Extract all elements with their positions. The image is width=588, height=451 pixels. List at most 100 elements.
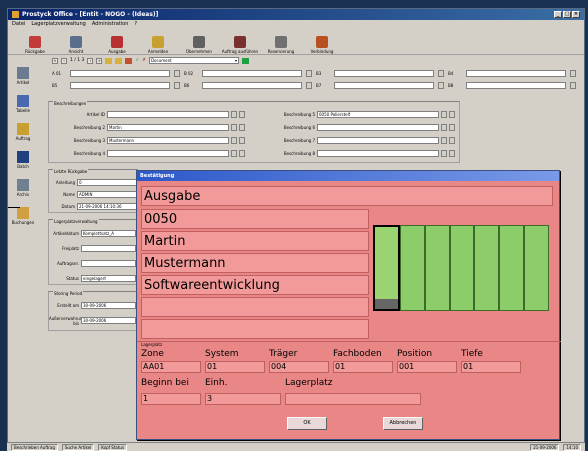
filter-label: B7 <box>316 82 322 88</box>
filter-input[interactable] <box>466 81 566 89</box>
dialog-number-field: 0050 <box>141 209 369 229</box>
toolbar-button-7[interactable]: Verbindung <box>303 30 341 54</box>
ok-button[interactable]: OK <box>287 417 327 430</box>
ellipsis-button[interactable] <box>449 137 455 144</box>
document-select[interactable]: Document ▾ <box>148 57 239 64</box>
field-input[interactable]: ADMIN <box>77 190 137 198</box>
chevron-down-icon[interactable] <box>231 111 237 118</box>
minimize-button[interactable]: _ <box>554 11 562 18</box>
field-input[interactable] <box>107 111 229 118</box>
ellipsis-button[interactable] <box>239 124 245 131</box>
confirmation-dialog: Bestätigung Ausgabe 0050 Martin Musterma… <box>136 170 561 440</box>
chevron-down-icon[interactable] <box>306 69 312 77</box>
chevron-down-icon[interactable] <box>438 81 444 89</box>
sidebar-item-4[interactable]: Archiv <box>9 179 37 203</box>
ellipsis-button[interactable] <box>449 111 455 118</box>
field-input[interactable]: 21-09-2006 14:10:36 <box>77 202 137 210</box>
filter-input[interactable] <box>466 69 566 77</box>
sidebar-item-2[interactable]: Auftrag <box>9 123 37 147</box>
last-record-button[interactable]: » <box>96 57 103 64</box>
sidebar-item-5[interactable]: Buchungen <box>9 207 37 231</box>
toolbar-button-1[interactable]: Ansicht <box>57 30 95 54</box>
first-record-button[interactable]: « <box>52 57 58 64</box>
chevron-down-icon[interactable] <box>441 124 447 131</box>
rack-bin <box>424 225 450 311</box>
toolbar-button-label: Ausgabe <box>108 49 126 54</box>
menu-help[interactable]: ? <box>134 21 137 28</box>
field-input[interactable] <box>107 150 229 157</box>
toolbar-button-2[interactable]: Ausgabe <box>98 30 136 54</box>
chevron-down-icon[interactable] <box>231 124 237 131</box>
row2-values: 13 <box>141 393 425 405</box>
form-row: Beschreibung 4 <box>49 147 249 160</box>
chevron-down-icon[interactable] <box>438 69 444 77</box>
next-record-button[interactable]: › <box>87 57 94 64</box>
chevron-down-icon: ▾ <box>234 58 237 63</box>
field-input[interactable]: Komplettsatz_A <box>81 230 136 237</box>
prev-record-button[interactable]: ‹ <box>61 57 67 64</box>
toolbar-button-5[interactable]: Auftrag ausführen <box>221 30 259 54</box>
location-header: Träger <box>269 349 298 359</box>
check-icon[interactable]: ✓ <box>135 58 139 63</box>
menu-lagerplatzverwaltung[interactable]: Lagerplatzverwaltung <box>31 21 85 28</box>
ellipsis-button[interactable] <box>449 124 455 131</box>
filter-input[interactable] <box>334 81 434 89</box>
ellipsis-button[interactable] <box>239 111 245 118</box>
field-input[interactable]: 0050 Polierstelf <box>317 111 439 118</box>
filter-input[interactable] <box>70 81 170 89</box>
row2-headers: Beginn bei Einh. Lagerplatz <box>141 378 425 388</box>
go-icon[interactable] <box>241 57 249 64</box>
status-panel: Suche Artikel <box>61 443 95 451</box>
toolbar-button-4[interactable]: Übernehmen <box>180 30 218 54</box>
table-icon <box>8 207 20 208</box>
chevron-down-icon[interactable] <box>441 137 447 144</box>
folder-open-icon[interactable] <box>115 57 123 64</box>
close-button[interactable]: × <box>572 11 580 18</box>
field-label: Status <box>66 276 79 281</box>
filter-input[interactable] <box>202 69 302 77</box>
maximize-button[interactable]: □ <box>563 11 571 18</box>
chevron-down-icon[interactable] <box>306 81 312 89</box>
dialog-department-field: Softwareentwicklung <box>141 275 369 295</box>
save-icon[interactable] <box>125 57 133 64</box>
field-input[interactable]: 0 <box>77 178 137 186</box>
menu-datei[interactable]: Datei <box>12 21 25 28</box>
chevron-down-icon[interactable] <box>231 137 237 144</box>
chevron-down-icon[interactable] <box>570 69 576 77</box>
chevron-down-icon[interactable] <box>570 81 576 89</box>
field-input[interactable]: eingelagert <box>81 275 136 282</box>
ellipsis-button[interactable] <box>449 150 455 157</box>
toolbar-button-6[interactable]: Reservierung <box>262 30 300 54</box>
field-input[interactable]: 30-09-2006 <box>81 302 136 309</box>
filter-input[interactable] <box>202 81 302 89</box>
table-icon <box>17 95 29 107</box>
sidebar-item-1[interactable]: Tabelle <box>9 95 37 119</box>
chevron-down-icon[interactable] <box>441 150 447 157</box>
field-input[interactable]: Mustermann <box>107 137 229 144</box>
dialog-lastname-field: Mustermann <box>141 253 369 273</box>
sidebar-item-0[interactable]: Artikel <box>9 67 37 91</box>
chevron-down-icon[interactable] <box>231 150 237 157</box>
ellipsis-button[interactable] <box>239 137 245 144</box>
menu-administration[interactable]: Administration <box>92 21 129 28</box>
chevron-down-icon[interactable] <box>174 69 180 77</box>
chevron-down-icon[interactable] <box>441 111 447 118</box>
filter-input[interactable] <box>70 69 170 77</box>
folder-icon[interactable] <box>105 57 113 64</box>
cancel-icon[interactable]: ✗ <box>142 58 146 63</box>
field-input[interactable] <box>81 260 136 267</box>
field-input[interactable] <box>317 137 439 144</box>
toolbar-button-3[interactable]: Anmelden <box>139 30 177 54</box>
toolbar-button-0[interactable]: Rückgabe <box>16 30 54 54</box>
field-input[interactable]: 30-09-2006 <box>81 317 136 324</box>
filter-input[interactable] <box>334 69 434 77</box>
field-input[interactable] <box>317 150 439 157</box>
sidebar-item-3[interactable]: Batch <box>9 151 37 175</box>
lagerplatz-group: Lagerplatzverwaltung Artikeldatum Komplet… <box>48 219 138 285</box>
field-input[interactable] <box>81 245 136 252</box>
cancel-button[interactable]: Abbrechen <box>383 417 423 430</box>
ellipsis-button[interactable] <box>239 150 245 157</box>
chevron-down-icon[interactable] <box>174 81 180 89</box>
field-input[interactable] <box>317 124 439 131</box>
field-input[interactable]: Martin <box>107 124 229 131</box>
